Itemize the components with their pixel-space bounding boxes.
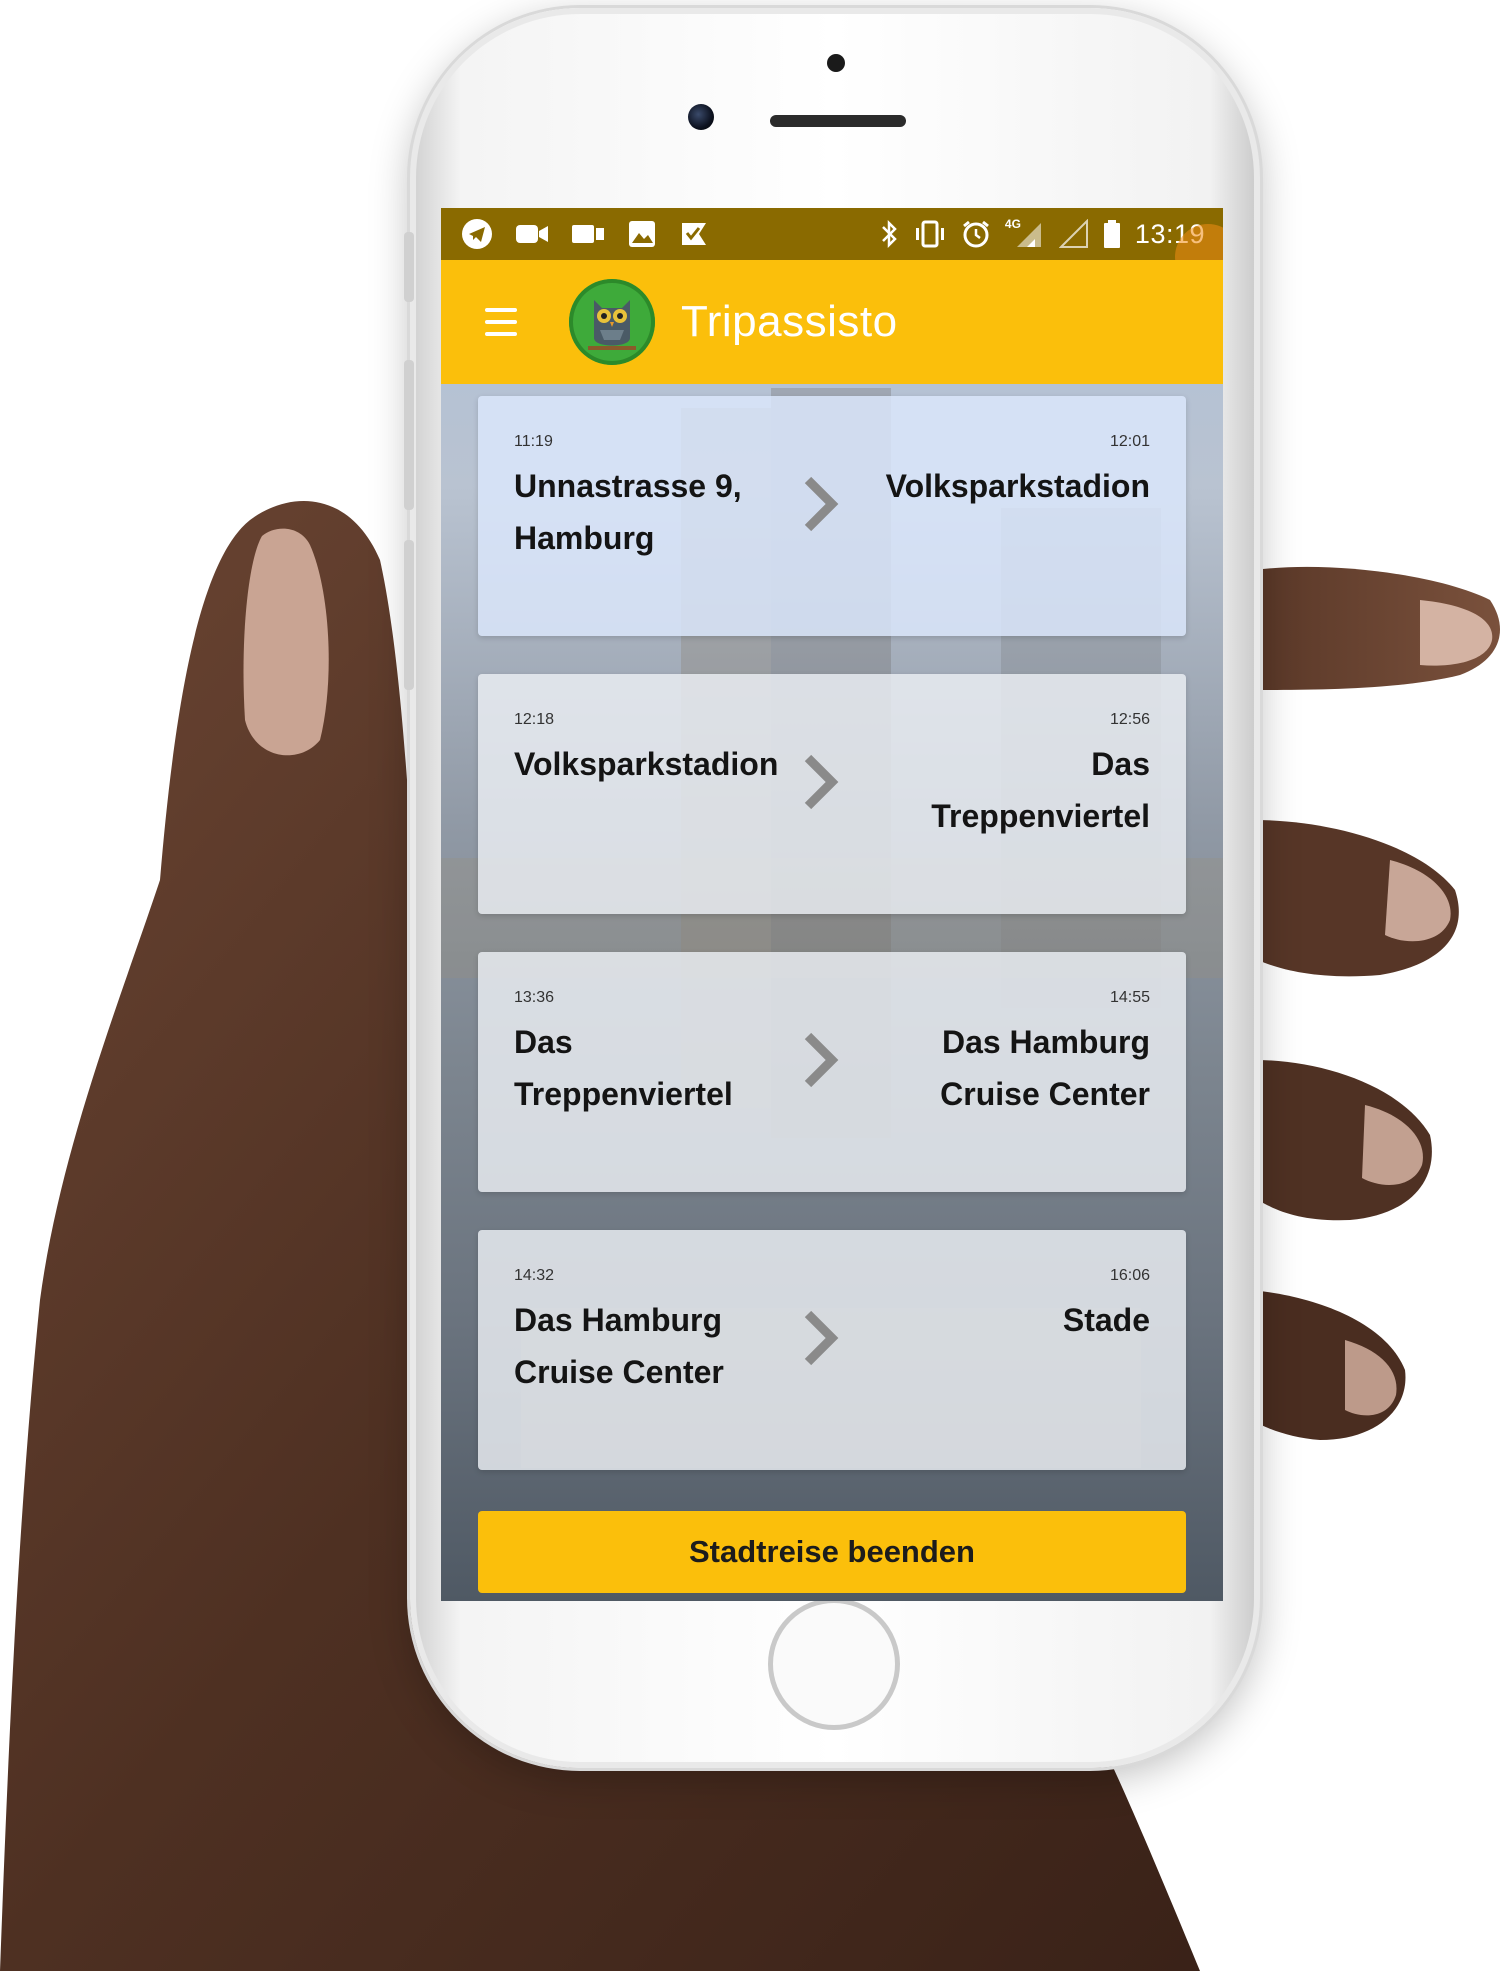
origin-label: Volksparkstadion xyxy=(514,746,779,782)
arrival-time: 16:06 xyxy=(1109,1267,1150,1284)
volume-down-button xyxy=(404,540,414,690)
trip-card[interactable]: 14:32 16:06 Das Hamburg Cruise Center St… xyxy=(478,1230,1186,1470)
arrival-time: 12:56 xyxy=(1109,711,1150,728)
task-check-icon xyxy=(682,223,706,245)
alarm-icon xyxy=(962,220,989,248)
app-bar: Tripassisto xyxy=(441,260,1223,384)
origin-label: Unnastrasse 9, Hamburg xyxy=(514,468,742,556)
signal-icon xyxy=(1016,223,1041,247)
arrival-time: 14:55 xyxy=(1109,989,1150,1006)
bluetooth-icon xyxy=(882,219,897,249)
proximity-sensor xyxy=(827,54,845,72)
front-camera xyxy=(688,104,714,130)
video-camera-icon xyxy=(572,225,604,243)
departure-time: 14:32 xyxy=(514,1267,555,1284)
chevron-right-icon xyxy=(804,476,839,532)
battery-icon xyxy=(1103,220,1120,248)
phone-screen: 4G 13:19 Tripassisto 11:19 12:01 Unnastr… xyxy=(441,208,1223,1601)
earpiece-speaker xyxy=(770,115,906,127)
app-title: Tripassisto xyxy=(681,297,898,346)
end-city-trip-button[interactable]: Stadtreise beenden xyxy=(478,1511,1186,1593)
trip-card[interactable]: 13:36 14:55 Das Treppenviertel Das Hambu… xyxy=(478,952,1186,1192)
origin-label: Das Treppenviertel xyxy=(514,1024,733,1112)
chevron-right-icon xyxy=(804,1310,839,1366)
trip-list: 11:19 12:01 Unnastrasse 9, Hamburg Volks… xyxy=(478,396,1186,1508)
destination-label: Das Treppenviertel xyxy=(931,746,1150,834)
departure-time: 12:18 xyxy=(514,711,555,728)
destination-label: Volksparkstadion xyxy=(885,468,1150,504)
status-bar: 4G 13:19 xyxy=(441,208,1223,290)
home-button[interactable] xyxy=(768,1598,900,1730)
trip-card[interactable]: 12:18 12:56 Volksparkstadion Das Treppen… xyxy=(478,674,1186,914)
scene: 4G 13:19 Tripassisto 11:19 12:01 Unnastr… xyxy=(0,0,1503,1971)
departure-time: 11:19 xyxy=(514,433,553,450)
owl-logo-icon xyxy=(569,279,655,365)
signal-empty-icon xyxy=(1058,219,1088,248)
telegram-icon xyxy=(462,219,492,249)
video-camera-icon xyxy=(516,225,548,243)
chevron-right-icon xyxy=(804,1032,839,1088)
chevron-right-icon xyxy=(804,754,839,810)
departure-time: 13:36 xyxy=(514,989,555,1006)
vibrate-icon xyxy=(915,220,944,248)
destination-label: Das Hamburg Cruise Center xyxy=(940,1024,1150,1112)
mute-switch xyxy=(404,232,414,302)
hamburger-menu-icon[interactable] xyxy=(485,308,517,336)
image-icon xyxy=(629,221,655,247)
destination-label: Stade xyxy=(1062,1302,1150,1338)
arrival-time: 12:01 xyxy=(1109,433,1150,450)
trip-card[interactable]: 11:19 12:01 Unnastrasse 9, Hamburg Volks… xyxy=(478,396,1186,636)
volume-up-button xyxy=(404,360,414,510)
origin-label: Das Hamburg Cruise Center xyxy=(514,1302,724,1390)
signal-4g-indicator: 4G xyxy=(1005,217,1045,249)
